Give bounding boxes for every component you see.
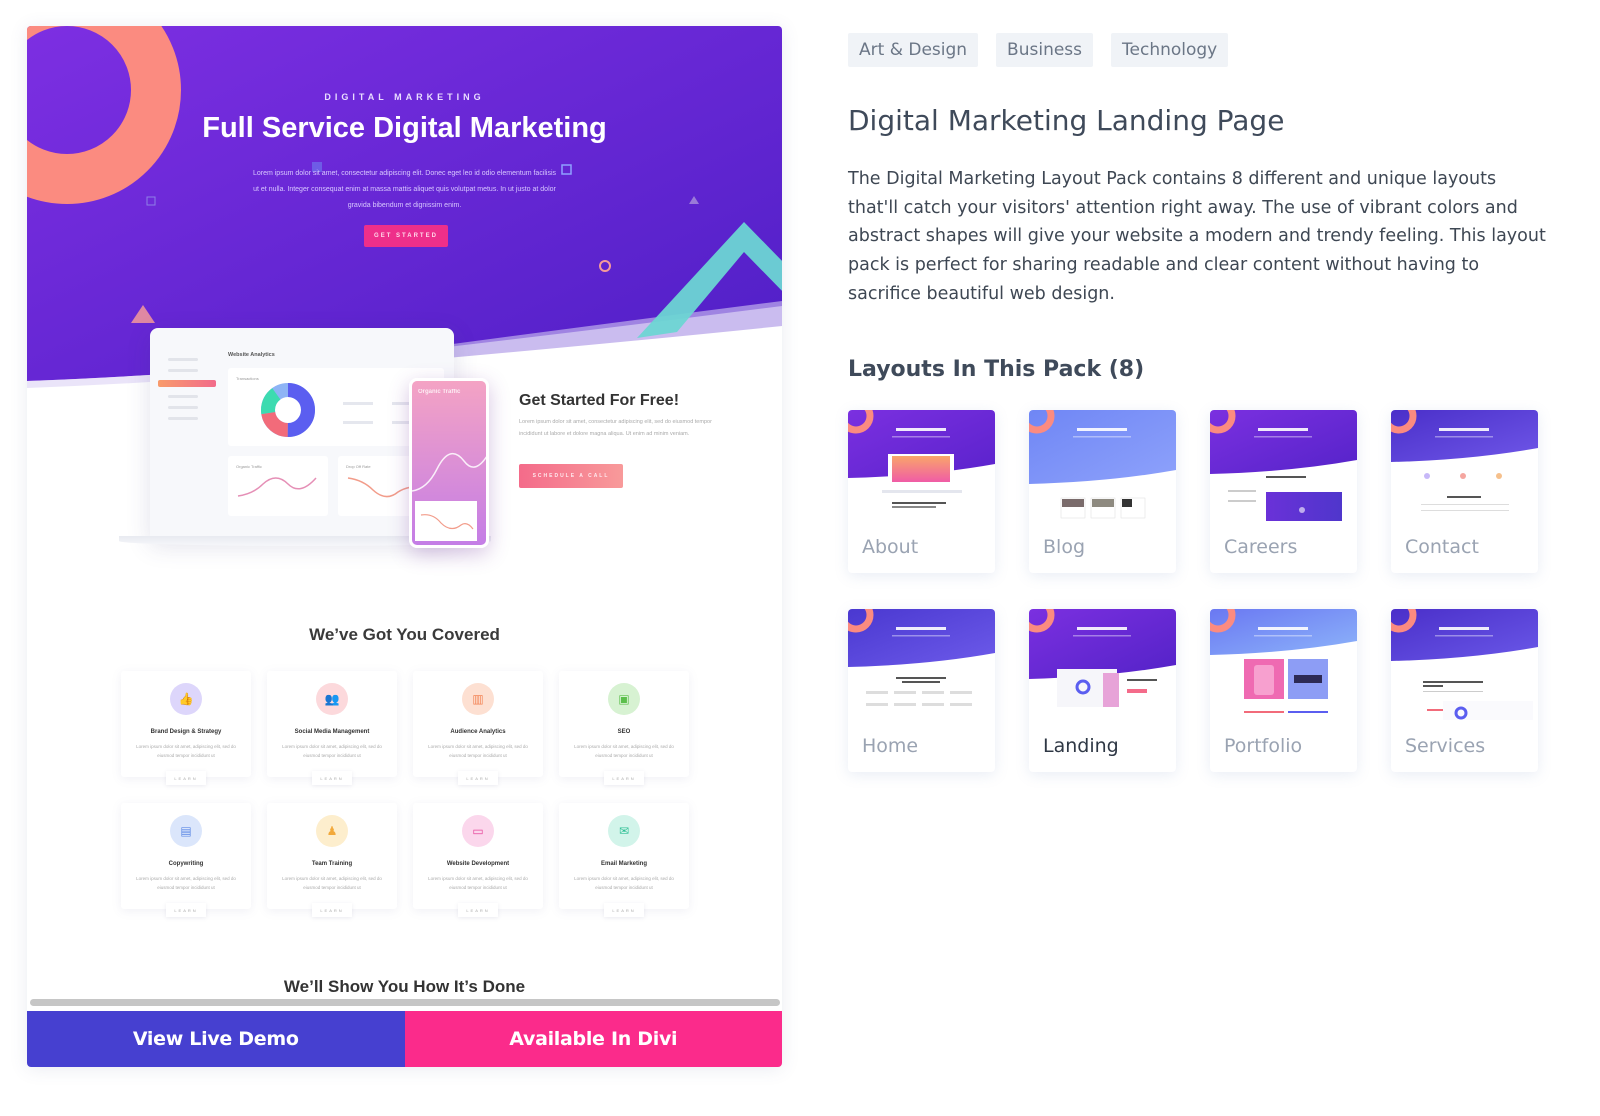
layout-label: About [862, 536, 919, 558]
tag-business[interactable]: Business [996, 33, 1094, 67]
learn-button: LEARN [458, 771, 498, 785]
service-title: Team Training [311, 861, 353, 867]
get-started-title: Get Started For Free! [519, 392, 680, 409]
layout-label: Home [862, 735, 919, 757]
layout-label: Blog [1043, 536, 1085, 558]
layout-label: Careers [1224, 536, 1298, 558]
layout-card-services[interactable]: Services [1391, 609, 1538, 772]
get-started-text: Lorem ipsum dolor sit amet, consectetur … [519, 419, 712, 437]
service-card: ▣ SEO Lorem ipsum dolor sit amet, adipisci… [559, 671, 689, 785]
hero-text: Lorem ipsum dolor sit amet, consectetur … [252, 170, 557, 209]
service-title: SEO [617, 729, 631, 735]
service-card: ✉ Email Marketing Lorem ipsum dolor sit am… [559, 803, 689, 917]
view-live-demo-button[interactable]: View Live Demo [27, 1011, 405, 1067]
preview-screen[interactable]: DIGITAL MARKETING Full Service Digital M… [27, 26, 782, 1011]
layout-card-portfolio[interactable]: Portfolio [1210, 609, 1357, 772]
pack-description: The Digital Marketing Layout Pack contai… [848, 169, 1546, 304]
person-icon: ♟ [316, 815, 348, 847]
service-text: Lorem ipsum dolor sit amet, adipiscing e… [282, 744, 382, 758]
service-text: Lorem ipsum dolor sit amet, adipiscing e… [136, 744, 236, 758]
service-title: Social Media Management [294, 729, 370, 735]
hero-title: Full Service Digital Marketing [202, 112, 607, 144]
covered-title: We’ve Got You Covered [309, 625, 500, 644]
layout-label: Contact [1405, 536, 1479, 558]
service-title: Website Development [446, 861, 510, 867]
layout-thumbnail [848, 609, 995, 720]
layout-thumbnail [848, 410, 995, 521]
layout-thumbnail [1391, 410, 1538, 521]
hero-eyebrow: DIGITAL MARKETING [324, 92, 485, 102]
layout-thumbnail [1029, 609, 1176, 720]
category-tags: Art & Design Business Technology [848, 33, 1229, 67]
layout-card-about[interactable]: About [848, 410, 995, 573]
service-text: Lorem ipsum dolor sit amet, adipiscing e… [428, 876, 528, 890]
donut-chart [261, 383, 315, 437]
learn-button: LEARN [458, 903, 498, 917]
service-text: Lorem ipsum dolor sit amet, adipiscing e… [136, 876, 236, 890]
presentation-icon: ▣ [608, 683, 640, 715]
learn-button: LEARN [312, 903, 352, 917]
page-title: Digital Marketing Landing Page [848, 104, 1285, 137]
dashboard-sidebar [158, 350, 216, 530]
service-title: Audience Analytics [450, 729, 506, 735]
layouts-grid: About Blog Careers Contact Home Landing Portfo… [848, 410, 1548, 772]
users-icon: 👥 [316, 683, 348, 715]
horizontal-scrollbar[interactable] [30, 999, 780, 1006]
service-card: ▭ Website Development Lorem ipsum dolor si… [413, 803, 543, 917]
layout-label: Landing [1043, 735, 1119, 757]
layout-thumbnail [1029, 410, 1176, 521]
layout-card-careers[interactable]: Careers [1210, 410, 1357, 573]
document-icon: ▤ [170, 815, 202, 847]
layout-card-contact[interactable]: Contact [1391, 410, 1538, 573]
tag-technology[interactable]: Technology [1111, 33, 1229, 67]
schedule-call-button: SCHEDULE A CALL [519, 464, 623, 488]
organic-traffic-panel: Organic Traffic [228, 456, 328, 516]
learn-button: LEARN [166, 771, 206, 785]
layouts-heading: Layouts In This Pack (8) [848, 357, 1145, 382]
learn-button: LEARN [604, 903, 644, 917]
services-grid: 👍 Brand Design & Strategy Lorem ipsum dolo… [121, 671, 691, 917]
service-text: Lorem ipsum dolor sit amet, adipiscing e… [574, 744, 674, 758]
layout-preview: DIGITAL MARKETING Full Service Digital M… [27, 26, 782, 1067]
tag-art-design[interactable]: Art & Design [848, 33, 979, 67]
service-text: Lorem ipsum dolor sit amet, adipiscing e… [428, 744, 528, 758]
learn-button: LEARN [604, 771, 644, 785]
service-title: Email Marketing [600, 861, 647, 867]
email-icon: ✉ [608, 815, 640, 847]
layout-thumbnail [1391, 609, 1538, 720]
learn-button: LEARN [166, 903, 206, 917]
service-card: 👍 Brand Design & Strategy Lorem ipsum dolo… [121, 671, 251, 785]
layout-card-landing[interactable]: Landing [1029, 609, 1176, 772]
service-card: ▤ Copywriting Lorem ipsum dolor sit amet, … [121, 803, 251, 917]
dashboard-title: Website Analytics [228, 352, 275, 358]
service-card: ♟ Team Training Lorem ipsum dolor sit amet… [267, 803, 397, 917]
phone-mockup: Organic Traffic [409, 378, 489, 548]
monitor-icon: ▭ [462, 815, 494, 847]
layout-thumbnail [1210, 609, 1357, 720]
chart-icon: ▥ [462, 683, 494, 715]
preview-actions: View Live Demo Available In Divi [27, 1011, 782, 1067]
learn-button: LEARN [312, 771, 352, 785]
available-in-divi-button[interactable]: Available In Divi [404, 1011, 782, 1067]
service-text: Lorem ipsum dolor sit amet, adipiscing e… [574, 876, 674, 890]
service-title: Copywriting [168, 861, 204, 867]
layout-card-home[interactable]: Home [848, 609, 995, 772]
show-how-title: We’ll Show You How It’s Done [283, 977, 526, 996]
layout-label: Portfolio [1224, 735, 1303, 757]
service-card: 👥 Social Media Management Lorem ipsum dolo… [267, 671, 397, 785]
thumbs-up-icon: 👍 [170, 683, 202, 715]
service-title: Brand Design & Strategy [150, 729, 222, 735]
organic-traffic-line [237, 477, 317, 497]
get-started-button: GET STARTED [364, 225, 448, 247]
layout-label: Services [1405, 735, 1486, 757]
layout-thumbnail [1210, 410, 1357, 521]
layout-card-blog[interactable]: Blog [1029, 410, 1176, 573]
service-text: Lorem ipsum dolor sit amet, adipiscing e… [282, 876, 382, 890]
service-card: ▥ Audience Analytics Lorem ipsum dolor sit… [413, 671, 543, 785]
